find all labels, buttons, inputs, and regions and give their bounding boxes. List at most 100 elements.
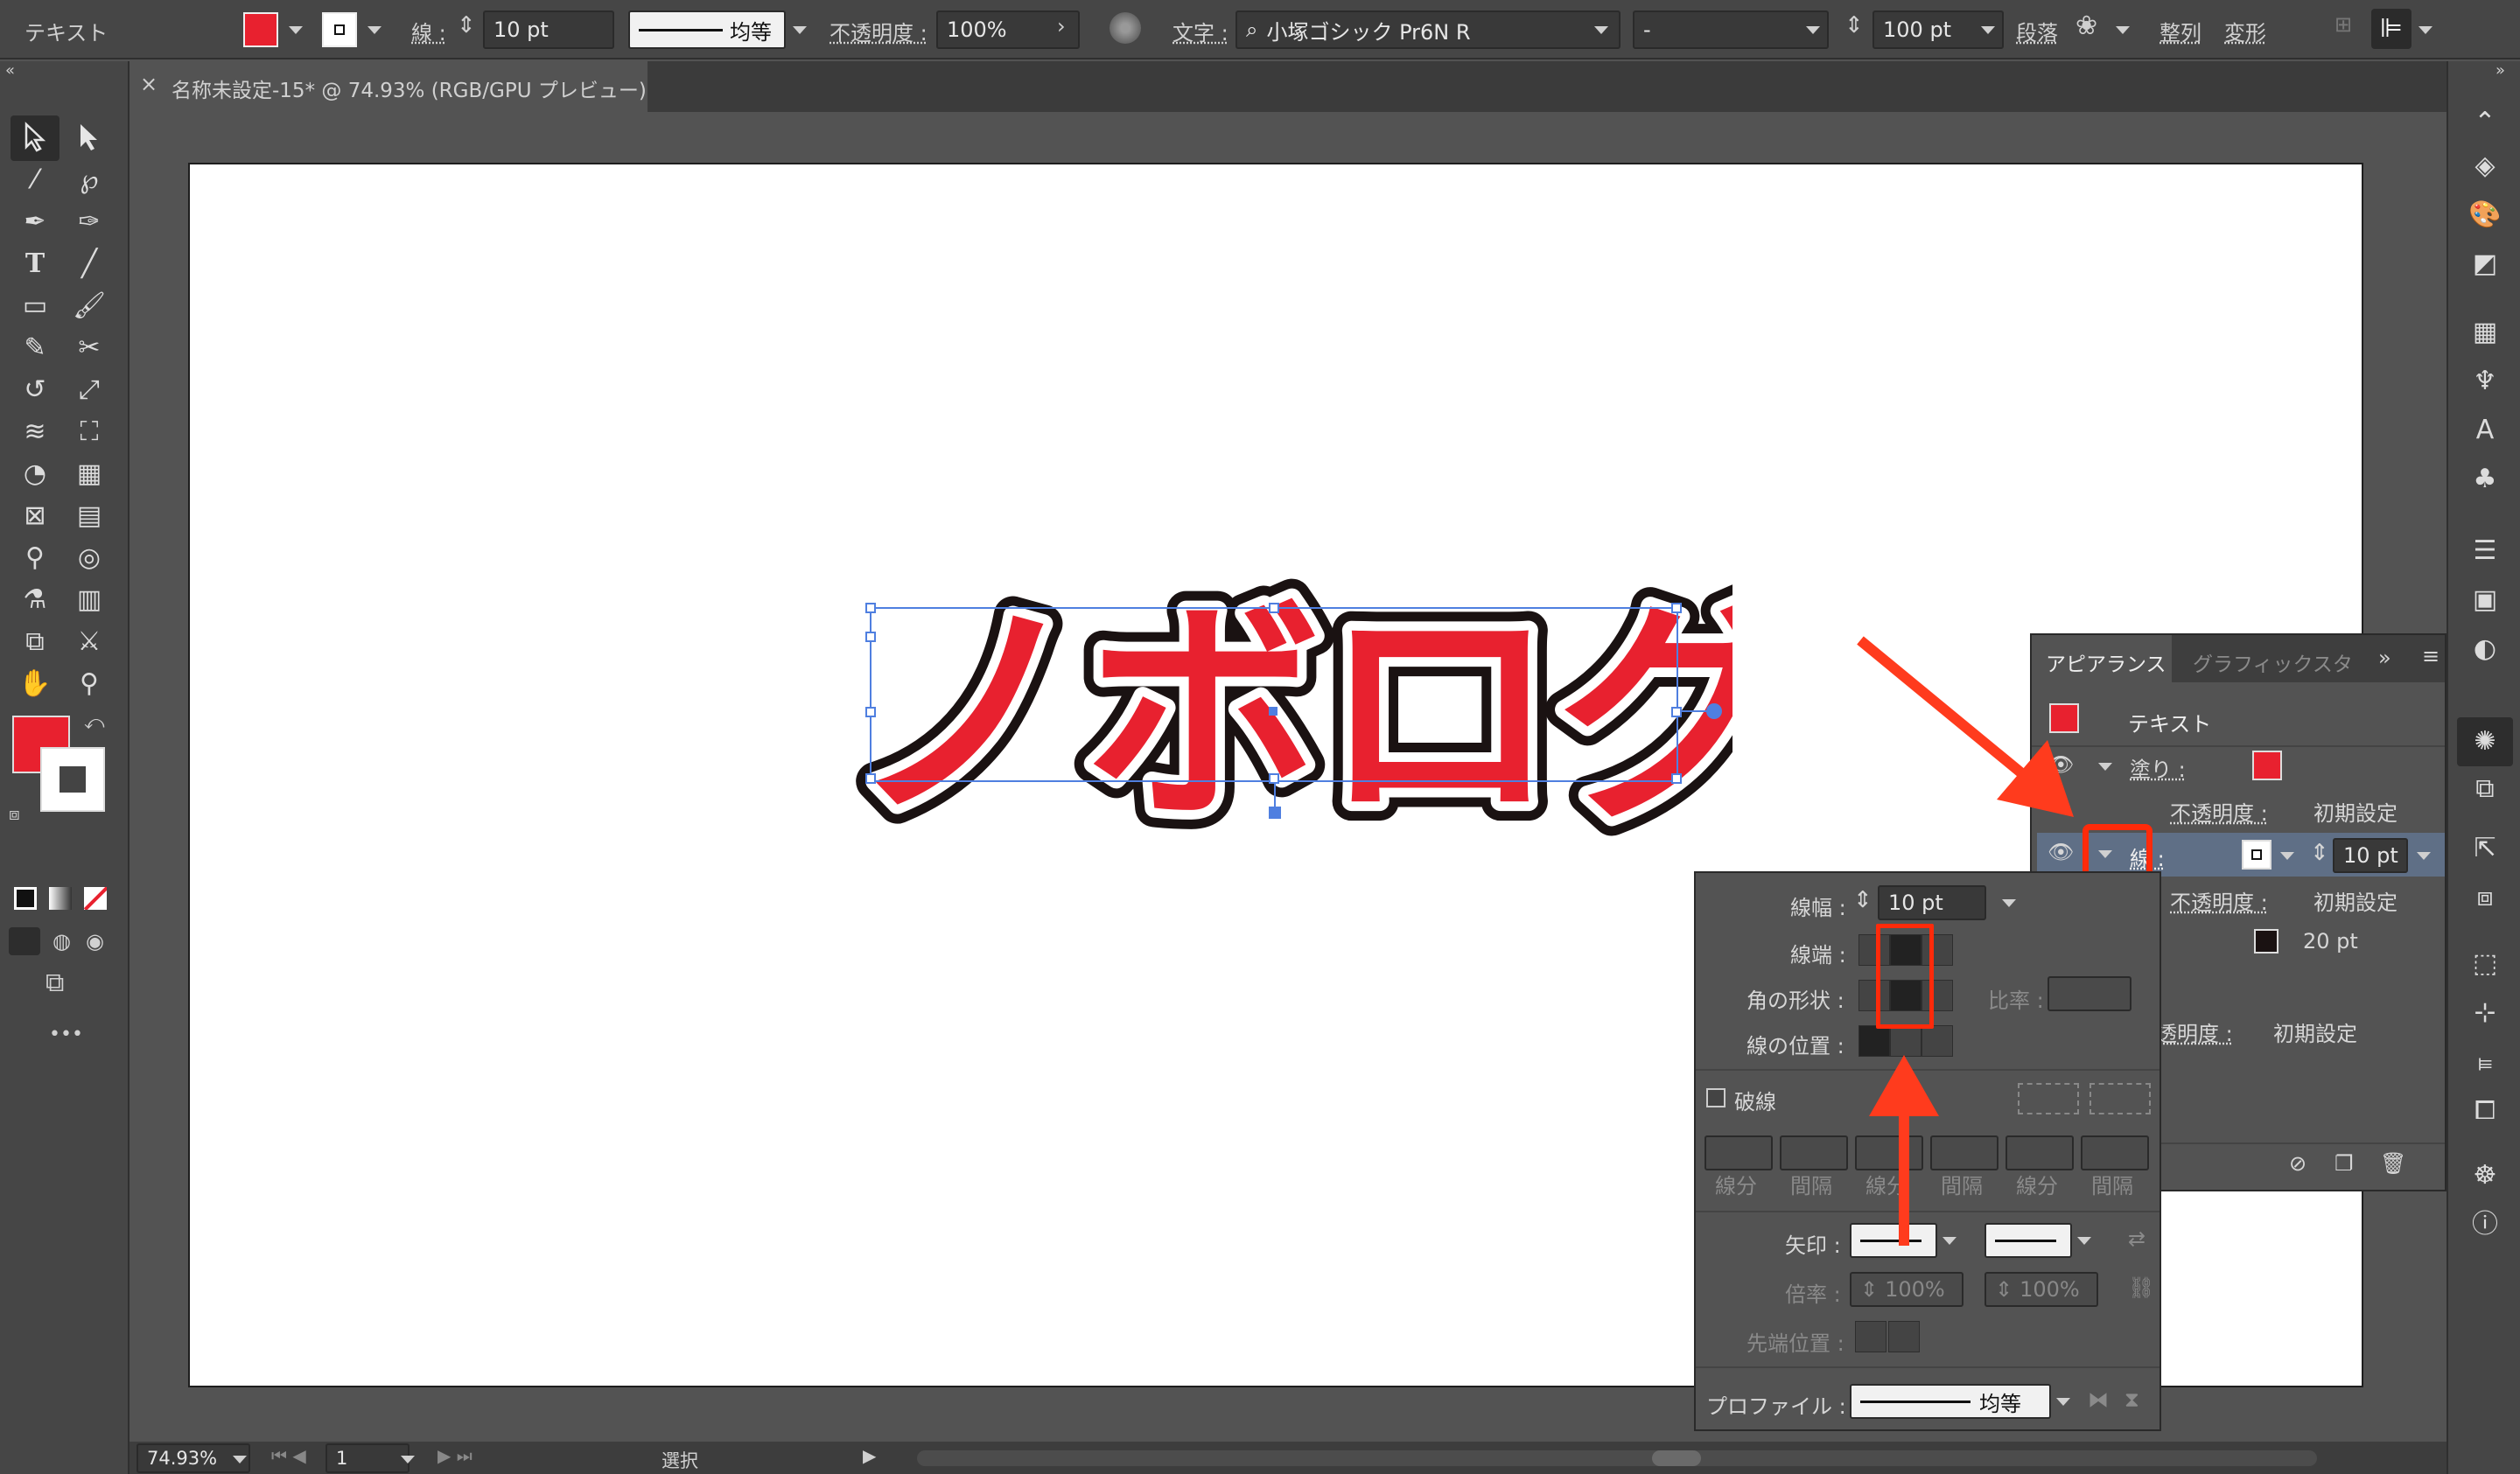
paragraph-link[interactable]: 段落 xyxy=(2016,16,2058,46)
screen-mode-icon[interactable]: ⧉ xyxy=(46,968,64,998)
swatches-icon[interactable]: ▦ xyxy=(2468,315,2502,350)
transparency-icon[interactable]: ◐ xyxy=(2468,632,2502,667)
rotate-tool-icon[interactable]: ↺ xyxy=(18,373,52,408)
chevron-down-icon[interactable] xyxy=(1981,26,1995,34)
resize-handle[interactable] xyxy=(1671,707,1682,717)
chevron-up-icon[interactable]: ⌃ xyxy=(2468,105,2502,140)
visibility-eye-icon[interactable]: 👁 xyxy=(2048,840,2074,864)
dashed-checkbox[interactable] xyxy=(1706,1088,1726,1107)
opacity-label[interactable]: 不透明度 : xyxy=(830,16,928,46)
chevron-down-icon[interactable] xyxy=(2098,763,2112,771)
chevron-down-icon[interactable] xyxy=(1942,1237,1956,1245)
chevron-down-icon[interactable] xyxy=(2280,852,2294,860)
lasso-icon[interactable]: ℘ xyxy=(72,163,107,198)
chevron-down-icon[interactable] xyxy=(233,1456,247,1464)
dash-input-1[interactable] xyxy=(1704,1135,1773,1170)
graphic-styles-icon[interactable]: ⧉ xyxy=(2468,772,2502,807)
stepper-icon[interactable]: ⇕ xyxy=(1844,12,1864,38)
pathfinder-icon[interactable]: ⧈ xyxy=(2468,880,2502,915)
fill-swatch[interactable] xyxy=(2252,751,2282,780)
next-artboard-icon[interactable]: ▶ ⏭ xyxy=(438,1445,472,1466)
appearance-icon[interactable]: ✺ xyxy=(2468,724,2502,759)
opacity-label[interactable]: 不透明度 : xyxy=(2170,885,2268,916)
mesh-tool-icon[interactable]: ⊠ xyxy=(18,499,52,534)
shaper-tool-icon[interactable]: ✎ xyxy=(18,331,52,366)
chevron-down-icon[interactable] xyxy=(2077,1237,2091,1245)
perspective-grid-icon[interactable]: ▦ xyxy=(72,457,107,492)
glyph-icon[interactable]: ❀ xyxy=(2076,10,2097,41)
curvature-tool-icon[interactable]: ✑ xyxy=(72,205,107,240)
dash-align-corners-icon[interactable] xyxy=(2018,1083,2079,1114)
tip-inside-icon[interactable] xyxy=(1888,1321,1920,1352)
gap-input-2[interactable] xyxy=(1930,1135,1998,1170)
stepper-icon[interactable]: ⇕ xyxy=(2310,840,2329,866)
duplicate-item-icon[interactable]: ❐ xyxy=(2334,1151,2354,1176)
selection-tool-icon[interactable] xyxy=(18,121,52,156)
swap-icon[interactable]: ⤺ xyxy=(84,712,105,734)
transform-link[interactable]: 変形 xyxy=(2224,16,2266,46)
chevron-down-icon[interactable] xyxy=(368,26,382,34)
slice-tool-icon[interactable]: ⚔ xyxy=(72,625,107,660)
rectangle-tool-icon[interactable]: ▭ xyxy=(18,289,52,324)
limit-input[interactable] xyxy=(2048,976,2132,1011)
direct-selection-tool-icon[interactable] xyxy=(72,121,107,156)
gradient-panel-icon[interactable]: ▣ xyxy=(2468,583,2502,618)
first-artboard-icon[interactable]: ⏮ ◀ xyxy=(271,1445,306,1466)
stroke-swatch[interactable] xyxy=(2242,840,2272,870)
font-family-input[interactable]: ⌕ 小塚ゴシック Pr6N R xyxy=(1236,10,1620,49)
stroke-label[interactable]: 線 : xyxy=(411,16,446,46)
type-handle[interactable] xyxy=(1706,703,1722,719)
graph-tool-icon[interactable]: ▥ xyxy=(72,583,107,618)
chevron-down-icon[interactable] xyxy=(793,26,807,34)
color-panel-icon[interactable]: 🎨 xyxy=(2468,198,2502,233)
selection-bounding-box[interactable] xyxy=(865,603,1722,819)
draw-inside-icon[interactable]: ◉ xyxy=(86,929,104,954)
font-style-input[interactable]: - xyxy=(1633,10,1829,49)
stroke-panel-icon[interactable]: ☰ xyxy=(2468,534,2502,569)
tab-appearance[interactable]: アピアランス xyxy=(2032,635,2172,682)
arrow-start-select[interactable] xyxy=(1850,1223,1937,1258)
chevron-down-icon[interactable] xyxy=(2417,852,2431,860)
resize-handle[interactable] xyxy=(865,773,876,784)
navigator-icon[interactable]: ☸ xyxy=(2468,1158,2502,1193)
scissors-icon[interactable]: ✂ xyxy=(72,331,107,366)
align-inside-icon[interactable] xyxy=(1890,1025,1922,1057)
tip-extend-icon[interactable] xyxy=(1855,1321,1886,1352)
gap-input-3[interactable] xyxy=(2081,1135,2149,1170)
scale-start-input[interactable]: ⇕ 100% xyxy=(1850,1272,1964,1307)
draw-normal-icon[interactable] xyxy=(9,927,40,955)
resize-handle[interactable] xyxy=(865,603,876,613)
pen-tool-icon[interactable]: ✒ xyxy=(18,205,52,240)
chevron-down-icon[interactable] xyxy=(2056,1398,2070,1406)
visibility-eye-icon[interactable]: 👁 xyxy=(2048,752,2074,777)
resize-handle[interactable] xyxy=(1671,773,1682,784)
info-icon[interactable]: ⓘ xyxy=(2468,1207,2502,1242)
paintbrush-icon[interactable]: 🖌 xyxy=(72,289,107,324)
toolbox-stroke-swatch[interactable] xyxy=(40,747,105,812)
stepper-icon[interactable]: ⇕ xyxy=(1853,887,1872,913)
fill-swatch[interactable] xyxy=(243,12,278,47)
arrange-icon[interactable]: ⧠ xyxy=(2468,1093,2502,1128)
chevron-right-icon[interactable]: › xyxy=(1057,14,1066,38)
edit-toolbar-icon[interactable]: ••• xyxy=(49,1023,83,1045)
opacity-label[interactable]: 不透明度 : xyxy=(2170,796,2268,827)
panel-menu-icon[interactable]: ≡ xyxy=(2422,644,2440,668)
gap-input-1[interactable] xyxy=(1780,1135,1848,1170)
recolor-icon[interactable] xyxy=(1110,12,1141,44)
type-tool-icon[interactable]: T xyxy=(18,247,52,282)
chevron-down-icon[interactable] xyxy=(1806,26,1820,34)
zoom-tool-icon[interactable]: ⚲ xyxy=(72,667,107,702)
stroke2-swatch[interactable] xyxy=(2254,929,2278,954)
align-center-icon[interactable] xyxy=(1858,1025,1890,1057)
horizontal-scrollbar[interactable] xyxy=(917,1450,2317,1466)
character-panel-icon[interactable]: A xyxy=(2468,413,2502,448)
symbols-icon[interactable]: ♣ xyxy=(2468,462,2502,497)
artboard-number-input[interactable]: 1 xyxy=(326,1443,410,1473)
resize-handle[interactable] xyxy=(1269,603,1279,613)
width-tool-icon[interactable]: ≋ xyxy=(18,415,52,450)
draw-behind-icon[interactable]: ◍ xyxy=(52,929,71,954)
chevron-down-icon[interactable] xyxy=(2002,899,2016,907)
align-panel-icon[interactable]: ⫢ xyxy=(2468,1044,2502,1079)
trash-icon[interactable]: 🗑 xyxy=(2380,1151,2406,1176)
collapse-icon[interactable]: » xyxy=(2378,646,2391,670)
